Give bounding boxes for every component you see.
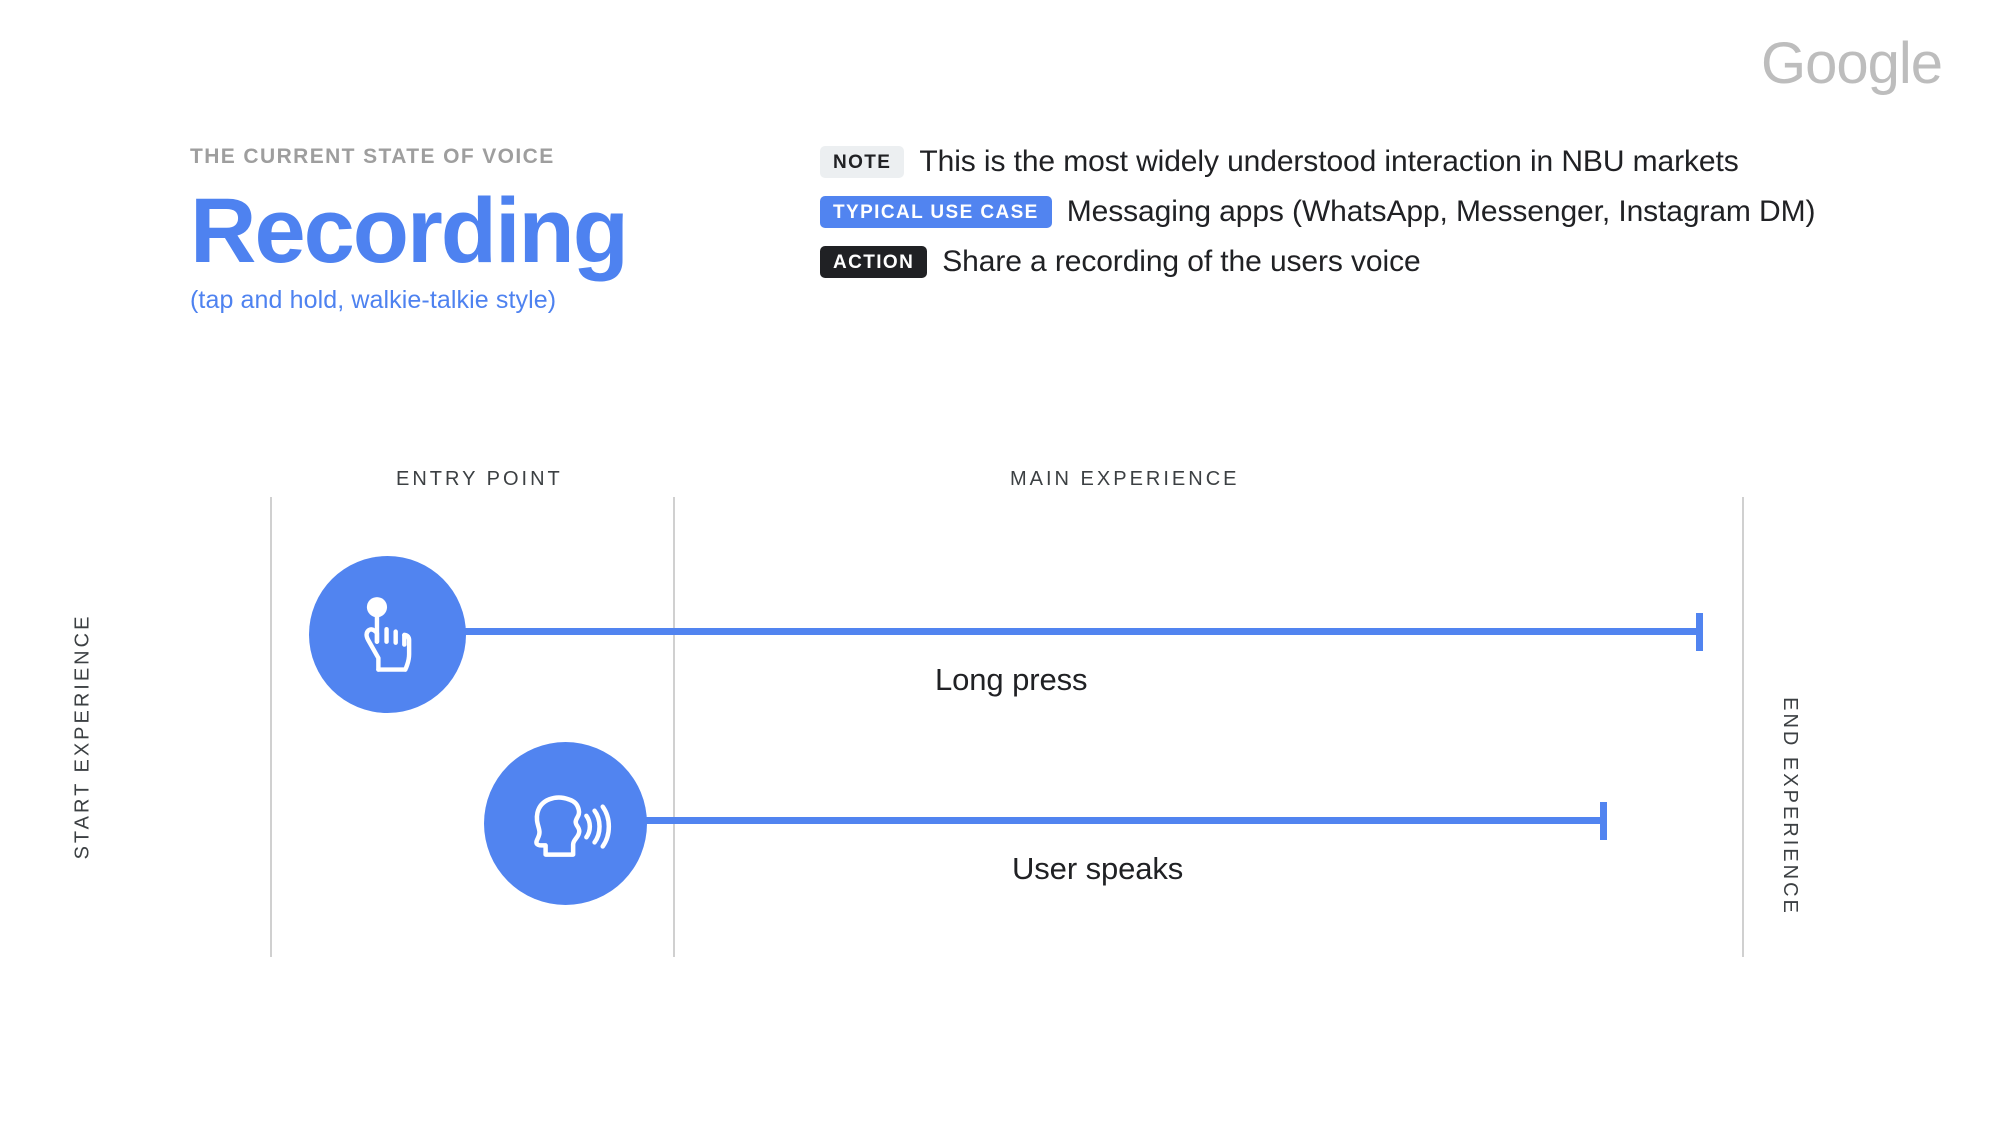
column-header-main-experience: MAIN EXPERIENCE [1010,468,1240,490]
track-end-cap-long-press [1696,613,1703,651]
speaking-head-icon [515,773,617,875]
tap-hand-icon [340,587,436,683]
axis-label-start-experience: START EXPERIENCE [71,613,94,860]
divider-left [270,497,272,957]
track-line-long-press [460,628,1702,635]
node-long-press[interactable] [309,556,466,713]
divider-middle [673,497,675,957]
divider-right [1742,497,1744,957]
track-line-user-speaks [640,817,1606,824]
journey-diagram: ENTRY POINT MAIN EXPERIENCE START EXPERI… [0,0,2000,1125]
node-user-speaks[interactable] [484,742,647,905]
column-header-entry-point: ENTRY POINT [396,468,563,490]
axis-label-end-experience: END EXPERIENCE [1778,697,1801,916]
slide-canvas: Google THE CURRENT STATE OF VOICE Record… [0,0,2000,1125]
track-label-long-press: Long press [935,662,1088,697]
track-end-cap-user-speaks [1600,802,1607,840]
track-label-user-speaks: User speaks [1012,851,1184,886]
